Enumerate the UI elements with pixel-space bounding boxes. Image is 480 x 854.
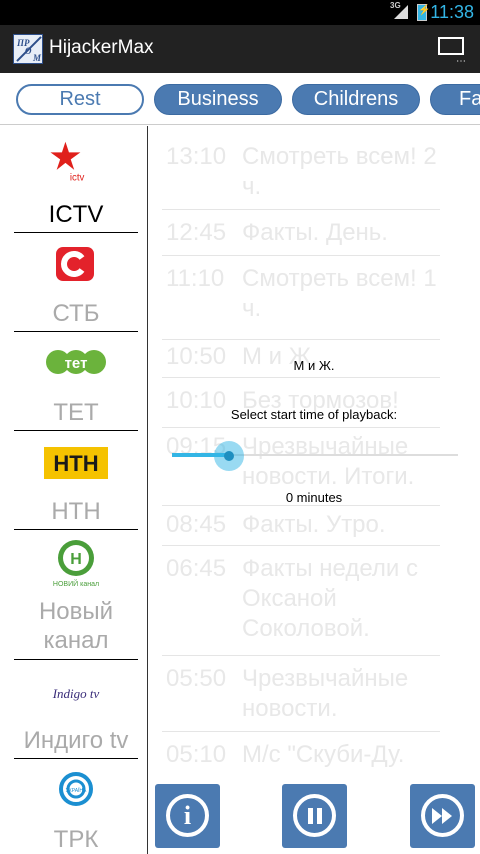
ictv-logo-icon: ictv bbox=[50, 141, 85, 183]
action-bar: ПР О М HijackerMax ⋯ bbox=[0, 25, 480, 73]
program-time: 06:45 bbox=[166, 555, 227, 582]
svg-text:Н: Н bbox=[70, 551, 82, 568]
playback-dialog-title: М и Ж. bbox=[293, 358, 335, 373]
channel-item-stb[interactable]: СТБ bbox=[14, 233, 138, 332]
tab-business[interactable]: Business bbox=[154, 84, 282, 115]
indigo-tv-logo-icon: Indigo tv bbox=[52, 686, 100, 701]
program-title: Факты недели с Оксаной Соколовой. bbox=[242, 555, 418, 642]
trk-ukraina-logo-icon: УКРАЇНА bbox=[59, 772, 93, 806]
pause-icon bbox=[293, 794, 336, 837]
signal-icon: 3G bbox=[390, 1, 410, 21]
info-button[interactable]: i bbox=[155, 784, 220, 848]
app-title: HijackerMax bbox=[49, 37, 154, 58]
program-time: 11:10 bbox=[166, 265, 225, 292]
clock: 11:38 bbox=[430, 2, 474, 22]
overflow-dots-icon: ⋯ bbox=[456, 56, 467, 67]
svg-text:НТН: НТН bbox=[53, 451, 98, 476]
program-item[interactable]: 05:50 Чрезвычайные новости. bbox=[162, 656, 440, 732]
playback-start-value: 0 minutes bbox=[285, 490, 343, 505]
svg-text:ictv: ictv bbox=[70, 172, 85, 183]
program-item[interactable]: 13:10 Смотреть всем! 2 ч. bbox=[162, 142, 440, 210]
slider-thumb[interactable] bbox=[214, 441, 244, 471]
program-title: Смотреть всем! 2 ч. bbox=[242, 143, 437, 200]
channel-name: ТЕТ bbox=[53, 399, 99, 426]
channel-item-trk[interactable]: УКРАЇНА ТРК bbox=[14, 759, 138, 854]
playback-dialog-label: Select start time of playback: bbox=[230, 407, 398, 422]
channel-name: Новый канал bbox=[38, 598, 114, 654]
svg-text:НОВИЙ канал: НОВИЙ канал bbox=[53, 579, 99, 588]
info-glyph: i bbox=[183, 801, 192, 830]
start-time-slider[interactable] bbox=[172, 440, 458, 471]
channel-name: ТРК bbox=[53, 826, 99, 853]
channel-name: СТБ bbox=[52, 300, 100, 327]
program-item[interactable]: 12:45 Факты. День. bbox=[162, 210, 440, 256]
channel-item-novyi-kanal[interactable]: Н НОВИЙ канал Новый канал bbox=[14, 530, 138, 660]
novyi-kanal-logo-icon: Н НОВИЙ канал bbox=[53, 540, 99, 588]
info-icon: i bbox=[166, 794, 209, 837]
tet-logo-icon: тет bbox=[46, 350, 106, 374]
app-logo-text-3: М bbox=[33, 53, 42, 63]
program-title: Факты. Утро. bbox=[242, 511, 386, 538]
program-time: 08:45 bbox=[166, 511, 227, 538]
program-item[interactable]: 06:45 Факты недели с Оксаной Соколовой. bbox=[162, 546, 440, 656]
tab-childrens[interactable]: Childrens bbox=[292, 84, 420, 115]
tab-family-partial[interactable]: Fa bbox=[430, 84, 480, 115]
channel-item-ictv[interactable]: ictv ICTV bbox=[14, 126, 138, 233]
program-title: Чрезвычайные новости. bbox=[242, 665, 409, 722]
program-time: 05:10 bbox=[166, 741, 227, 768]
fast-forward-icon bbox=[421, 794, 464, 837]
fast-forward-button[interactable] bbox=[410, 784, 475, 848]
program-time: 05:50 bbox=[166, 665, 227, 692]
program-time: 12:45 bbox=[166, 219, 227, 246]
cast-screen-icon bbox=[438, 37, 464, 55]
channel-item-indigo-tv[interactable]: Indigo tv Индиго tv bbox=[14, 660, 138, 759]
pause-button[interactable] bbox=[282, 784, 347, 848]
tab-rest[interactable]: Rest bbox=[16, 84, 144, 115]
cast-screen-button[interactable]: ⋯ bbox=[432, 31, 472, 67]
ntn-logo-icon: НТН bbox=[44, 447, 108, 479]
svg-text:УКРАЇНА: УКРАЇНА bbox=[66, 787, 87, 794]
app-logo-icon: ПР О М bbox=[13, 34, 43, 64]
program-title: Факты. День. bbox=[242, 219, 388, 246]
program-item[interactable]: 11:10 Смотреть всем! 1 ч. bbox=[162, 256, 440, 340]
genre-tab-bar[interactable]: Rest Business Childrens Fa bbox=[0, 73, 480, 125]
channel-name: ICTV bbox=[48, 201, 104, 228]
svg-text:Indigo tv: Indigo tv bbox=[52, 686, 100, 701]
channel-name: Индиго tv bbox=[23, 727, 129, 754]
channel-list[interactable]: ictv ICTV СТБ тет ТЕТ НТН НТН Н НОВИЙ ка… bbox=[0, 126, 148, 854]
program-time: 13:10 bbox=[166, 143, 227, 170]
channel-name: НТН bbox=[51, 498, 101, 525]
program-item[interactable]: 05:10 М/с "Скуби-Ду. bbox=[162, 732, 440, 776]
app-logo-text-2: О bbox=[25, 46, 32, 56]
program-title: Смотреть всем! 1 ч. bbox=[242, 265, 437, 322]
battery-icon bbox=[417, 4, 430, 21]
status-bar: 3G 11:38 bbox=[0, 0, 480, 25]
svg-text:тет: тет bbox=[65, 355, 88, 372]
program-item[interactable]: 08:45 Факты. Утро. bbox=[162, 506, 440, 546]
program-title: М/с "Скуби-Ду. bbox=[242, 741, 405, 768]
channel-item-ntn[interactable]: НТН НТН bbox=[14, 431, 138, 530]
channel-item-tet[interactable]: тет ТЕТ bbox=[14, 332, 138, 431]
stb-logo-icon bbox=[56, 247, 94, 281]
